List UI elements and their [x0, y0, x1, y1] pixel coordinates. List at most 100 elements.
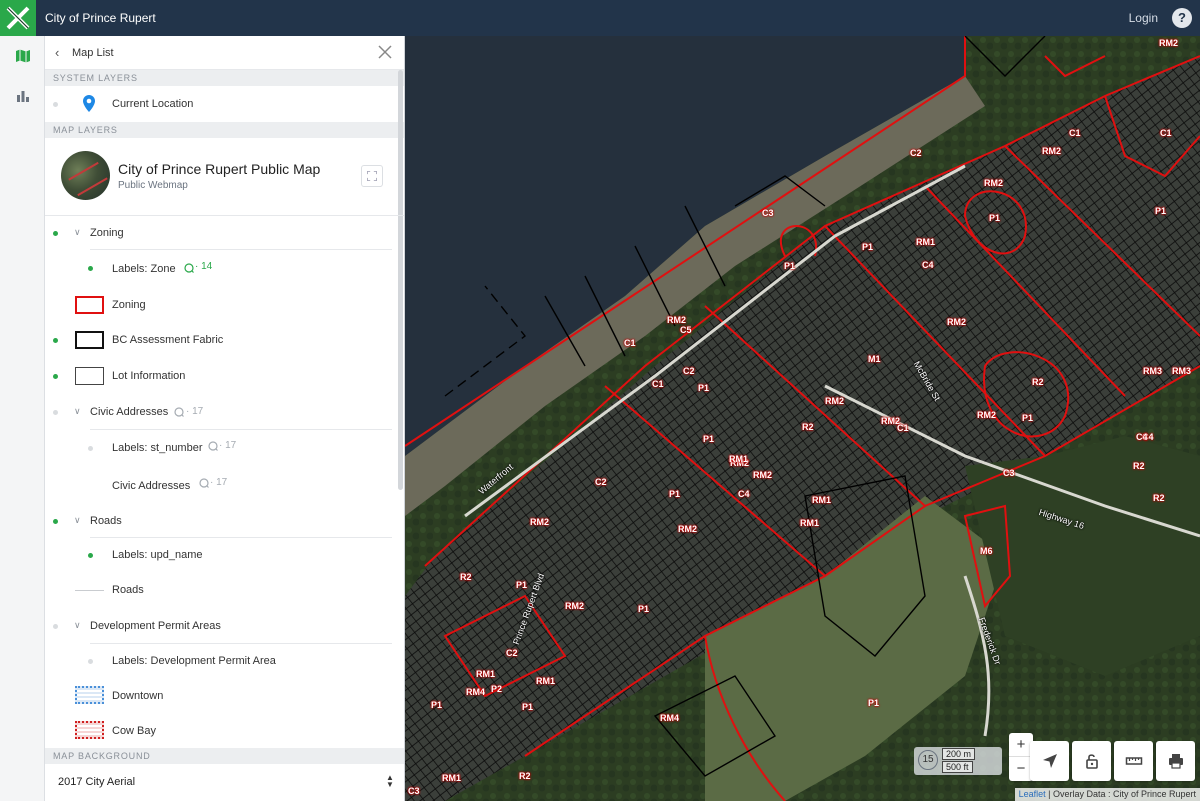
zone-label: RM2	[753, 470, 773, 480]
cow-bay-row[interactable]: Cow Bay	[45, 713, 404, 748]
measure-button[interactable]	[1114, 741, 1153, 781]
downtown-row[interactable]: Downtown	[45, 678, 404, 713]
map-title: City of Prince Rupert Public Map	[118, 161, 321, 177]
dpa-group-row[interactable]: ∨ Development Permit Areas	[45, 608, 404, 644]
cow-bay-swatch	[75, 721, 104, 739]
roads-layer-row[interactable]: Roads	[45, 572, 404, 608]
layer-toggle-dot[interactable]	[53, 231, 58, 236]
layer-toggle-dot[interactable]	[88, 266, 93, 271]
zone-label: RM2	[678, 524, 698, 534]
help-icon[interactable]: ?	[1172, 8, 1192, 28]
roads-group-label: Roads	[90, 515, 122, 527]
zone-label: P1	[522, 702, 534, 712]
civic-addresses-scale: · 17	[210, 477, 228, 488]
chevron-down-icon[interactable]: ∨	[74, 227, 84, 238]
layer-toggle-dot[interactable]	[88, 553, 93, 558]
zone-label: C2	[683, 366, 695, 376]
labels-upd-name-row[interactable]: Labels: upd_name	[45, 538, 404, 572]
bar-chart-icon	[16, 91, 29, 102]
layer-toggle-dot[interactable]	[53, 519, 58, 524]
zone-label: R2	[519, 771, 531, 781]
layer-toggle-dot[interactable]	[53, 410, 58, 415]
civic-addresses-row[interactable]: Civic Addresses · 17	[45, 466, 404, 502]
analytics-tab[interactable]	[0, 76, 45, 116]
zone-label: C5	[680, 325, 692, 335]
current-location-row[interactable]: Current Location	[45, 86, 404, 122]
chevron-down-icon[interactable]: ∨	[74, 515, 84, 526]
zoom-scale-icon	[184, 263, 194, 273]
zone-label: RM1	[442, 773, 462, 783]
zoning-layer-row[interactable]: Zoning	[45, 288, 404, 322]
zone-label: P1	[784, 261, 796, 271]
expand-icon	[367, 171, 377, 181]
map-list-tab[interactable]	[0, 36, 45, 76]
zoning-label: Zoning	[112, 299, 146, 311]
zone-label: C1	[1160, 128, 1172, 138]
map-card[interactable]: City of Prince Rupert Public Map Public …	[45, 138, 404, 216]
layer-toggle-dot[interactable]	[53, 374, 58, 379]
close-icon[interactable]	[378, 45, 392, 59]
zone-label: RM1	[476, 669, 496, 679]
map-canvas[interactable]: RM2 RM2 C1 C2 RM2 P1 P1 RM1 C4 C3 P1 RM2…	[405, 36, 1200, 801]
lot-information-row[interactable]: Lot Information	[45, 358, 404, 394]
map-subtitle: Public Webmap	[118, 180, 188, 191]
zoom-scale-icon	[199, 478, 209, 488]
zone-label: P1	[1022, 413, 1034, 423]
civic-group-row[interactable]: ∨ Civic Addresses · 17	[45, 394, 404, 430]
zoom-level-badge: 15	[918, 750, 938, 770]
leaflet-link[interactable]: Leaflet	[1019, 789, 1046, 799]
zone-label: RM2	[1042, 146, 1062, 156]
labels-zone-row[interactable]: Labels: Zone · 14	[45, 250, 404, 288]
back-chevron-icon[interactable]: ‹	[55, 45, 67, 60]
labels-st-number-scale: · 17	[219, 440, 237, 451]
attribution-text: | Overlay Data : City of Prince Rupert	[1045, 789, 1196, 799]
zone-label: P1	[516, 580, 528, 590]
bc-assessment-row[interactable]: BC Assessment Fabric	[45, 322, 404, 358]
zone-label: R2	[460, 572, 472, 582]
location-arrow-icon	[1042, 754, 1057, 768]
zone-label: C3	[408, 786, 420, 796]
locate-button[interactable]	[1030, 741, 1069, 781]
zone-label: R2	[1133, 461, 1145, 471]
system-layers-heading: SYSTEM LAYERS	[45, 70, 404, 86]
labels-dpa-label: Labels: Development Permit Area	[112, 655, 276, 667]
zone-label: RM2	[977, 410, 997, 420]
layer-toggle-dot[interactable]	[53, 338, 58, 343]
labels-dpa-row[interactable]: Labels: Development Permit Area	[45, 644, 404, 678]
map-thumbnail	[61, 151, 110, 200]
panel-header: ‹ Map List	[45, 36, 404, 70]
layer-toggle-dot[interactable]	[88, 659, 93, 664]
zoom-scale-icon	[208, 441, 218, 451]
expand-button[interactable]	[361, 165, 383, 187]
scale-bar: 15 200 m 500 ft	[914, 747, 1002, 775]
zone-label: C3	[1003, 468, 1015, 478]
zone-label: P1	[669, 489, 681, 499]
app-logo[interactable]	[0, 0, 36, 36]
zone-label: C3	[762, 208, 774, 218]
lock-button[interactable]	[1072, 741, 1111, 781]
zone-label: RM2	[984, 178, 1004, 188]
zone-label: C1	[624, 338, 636, 348]
unlock-icon	[1085, 754, 1098, 769]
labels-st-number-row[interactable]: Labels: st_number · 17	[45, 430, 404, 466]
layer-toggle-dot[interactable]	[53, 102, 58, 107]
layer-toggle-dot[interactable]	[88, 446, 93, 451]
bc-assessment-label: BC Assessment Fabric	[112, 334, 224, 346]
zone-label: P1	[638, 604, 650, 614]
chevron-down-icon[interactable]: ∨	[74, 620, 84, 631]
chevron-down-icon[interactable]: ∨	[74, 406, 84, 417]
zone-label: RM1	[536, 676, 556, 686]
dpa-group-label: Development Permit Areas	[90, 620, 221, 632]
zone-label: R2	[1153, 493, 1165, 503]
panel-title: Map List	[72, 46, 114, 59]
roads-group-row[interactable]: ∨ Roads	[45, 502, 404, 538]
zone-label: C4	[922, 260, 934, 270]
zoning-group-row[interactable]: ∨ Zoning	[45, 216, 404, 250]
layer-toggle-dot[interactable]	[53, 624, 58, 629]
print-button[interactable]	[1156, 741, 1195, 781]
login-link[interactable]: Login	[1129, 11, 1158, 25]
background-select[interactable]: 2017 City Aerial ▲ ▼	[45, 764, 404, 801]
zone-label: C2	[506, 648, 518, 658]
map-attribution: Leaflet | Overlay Data : City of Prince …	[1014, 788, 1200, 801]
zoning-group-label: Zoning	[90, 227, 124, 239]
